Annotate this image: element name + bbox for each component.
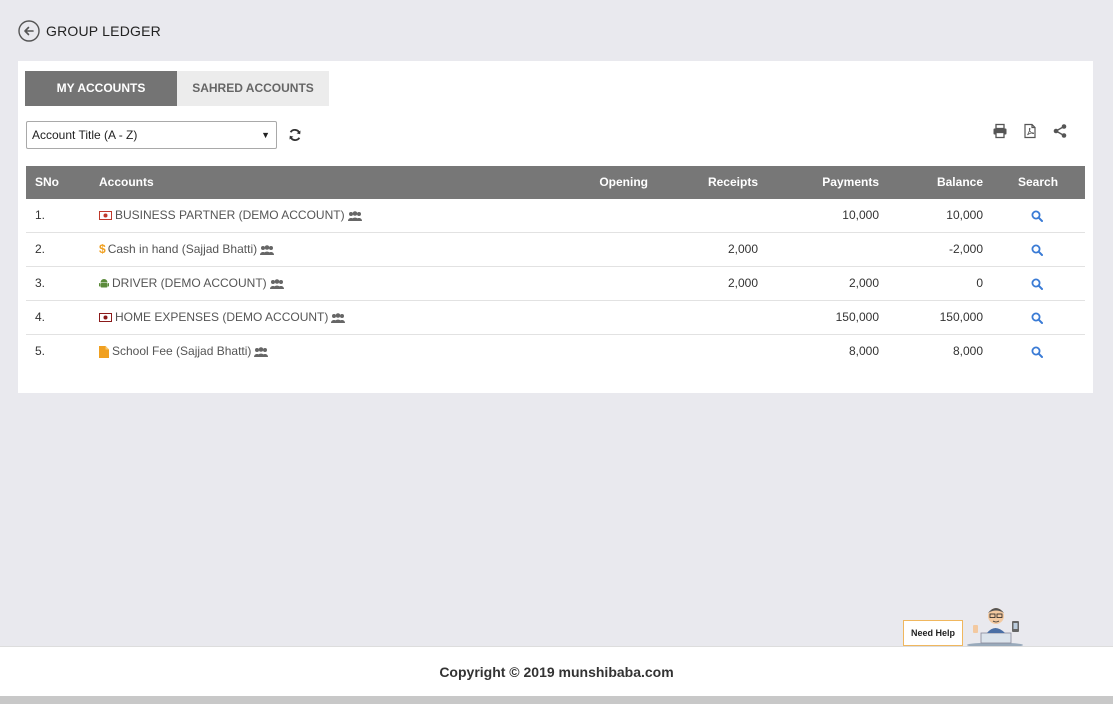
refresh-icon[interactable] bbox=[288, 128, 302, 142]
ledger-panel: MY ACCOUNTS SAHRED ACCOUNTS Account Titl… bbox=[18, 61, 1093, 393]
search-icon bbox=[1031, 244, 1043, 256]
table-row: 3. DRIVER (DEMO ACCOUNT) 2,000 2,000 0 bbox=[26, 267, 1085, 301]
search-icon bbox=[1031, 278, 1043, 290]
file-icon bbox=[99, 345, 109, 358]
row-payments: 8,000 bbox=[848, 344, 879, 358]
sort-select-value: Account Title (A - Z) bbox=[32, 128, 138, 142]
group-icon bbox=[269, 279, 284, 289]
row-payments: 2,000 bbox=[848, 276, 879, 290]
row-search-button[interactable] bbox=[1031, 301, 1046, 334]
row-sno: 4. bbox=[35, 310, 46, 324]
row-account-name: BUSINESS PARTNER (DEMO ACCOUNT) bbox=[115, 208, 345, 222]
search-icon bbox=[1031, 346, 1043, 358]
android-icon bbox=[99, 279, 109, 288]
page-title: GROUP LEDGER bbox=[46, 23, 161, 39]
row-payments: 10,000 bbox=[842, 208, 879, 222]
row-search-button[interactable] bbox=[1031, 233, 1046, 266]
dropdown-arrow-icon: ▼ bbox=[261, 130, 270, 140]
table-row: 5. School Fee (Sajjad Bhatti) 8,000 8,00… bbox=[26, 335, 1085, 368]
row-receipts: 2,000 bbox=[727, 276, 758, 290]
row-balance: 0 bbox=[976, 276, 983, 290]
table-row: 2. $ Cash in hand (Sajjad Bhatti) 2,000 -… bbox=[26, 233, 1085, 267]
row-account[interactable]: School Fee (Sajjad Bhatti) bbox=[99, 335, 271, 368]
table-row: 1. BUSINESS PARTNER (DEMO ACCOUNT) 10,00… bbox=[26, 199, 1085, 233]
row-search-button[interactable] bbox=[1031, 267, 1046, 300]
money-icon bbox=[99, 211, 112, 221]
table-header: SNo Accounts Opening Receipts Payments B… bbox=[26, 166, 1085, 199]
row-payments: 150,000 bbox=[835, 310, 879, 324]
group-icon bbox=[347, 211, 362, 221]
row-account-name: HOME EXPENSES (DEMO ACCOUNT) bbox=[115, 310, 329, 324]
row-account[interactable]: BUSINESS PARTNER (DEMO ACCOUNT) bbox=[99, 199, 365, 232]
row-search-button[interactable] bbox=[1031, 335, 1046, 368]
back-arrow-icon[interactable] bbox=[18, 20, 40, 42]
row-balance: 150,000 bbox=[939, 310, 983, 324]
row-receipts: 2,000 bbox=[727, 242, 758, 256]
row-sno: 5. bbox=[35, 344, 46, 358]
copyright-text: Copyright © 2019 munshibaba.com bbox=[439, 664, 674, 680]
row-account[interactable]: DRIVER (DEMO ACCOUNT) bbox=[99, 267, 287, 300]
row-account[interactable]: HOME EXPENSES (DEMO ACCOUNT) bbox=[99, 301, 348, 334]
tab-shared-accounts[interactable]: SAHRED ACCOUNTS bbox=[177, 71, 329, 106]
pdf-icon[interactable] bbox=[1022, 123, 1038, 139]
share-icon[interactable] bbox=[1052, 123, 1068, 139]
row-balance: -2,000 bbox=[948, 242, 983, 256]
row-balance: 10,000 bbox=[946, 208, 983, 222]
account-tabs: MY ACCOUNTS SAHRED ACCOUNTS bbox=[25, 71, 329, 106]
row-sno: 1. bbox=[35, 208, 46, 222]
group-icon bbox=[331, 313, 346, 323]
column-header-accounts: Accounts bbox=[99, 175, 154, 189]
group-icon bbox=[254, 347, 269, 357]
need-help-button[interactable]: Need Help bbox=[903, 620, 963, 646]
print-icon[interactable] bbox=[992, 123, 1008, 139]
row-balance: 8,000 bbox=[952, 344, 983, 358]
row-account-name: Cash in hand (Sajjad Bhatti) bbox=[107, 242, 258, 256]
bottom-bar bbox=[0, 696, 1113, 704]
row-search-button[interactable] bbox=[1031, 199, 1046, 232]
money-icon bbox=[99, 313, 112, 323]
table-row: 4. HOME EXPENSES (DEMO ACCOUNT) 150,000 … bbox=[26, 301, 1085, 335]
sort-select[interactable]: Account Title (A - Z) ▼ bbox=[26, 121, 277, 149]
row-account-name: DRIVER (DEMO ACCOUNT) bbox=[112, 276, 267, 290]
mascot-icon[interactable] bbox=[965, 603, 1025, 647]
ledger-table: SNo Accounts Opening Receipts Payments B… bbox=[26, 166, 1085, 368]
column-header-payments: Payments bbox=[822, 175, 879, 189]
row-sno: 3. bbox=[35, 276, 46, 290]
column-header-search: Search bbox=[1018, 175, 1059, 189]
group-icon bbox=[260, 245, 275, 255]
row-account-name: School Fee (Sajjad Bhatti) bbox=[112, 344, 252, 358]
dollar-icon: $ bbox=[99, 242, 106, 257]
column-header-receipts: Receipts bbox=[707, 175, 758, 189]
row-account[interactable]: $ Cash in hand (Sajjad Bhatti) bbox=[99, 233, 277, 266]
page-header: GROUP LEDGER bbox=[18, 20, 161, 42]
column-header-opening: Opening bbox=[599, 175, 648, 189]
column-header-sno: SNo bbox=[35, 175, 59, 189]
page-footer: Copyright © 2019 munshibaba.com bbox=[0, 646, 1113, 697]
row-sno: 2. bbox=[35, 242, 46, 256]
search-icon bbox=[1031, 312, 1043, 324]
column-header-balance: Balance bbox=[936, 175, 983, 189]
tab-my-accounts[interactable]: MY ACCOUNTS bbox=[25, 71, 177, 106]
search-icon bbox=[1031, 210, 1043, 222]
